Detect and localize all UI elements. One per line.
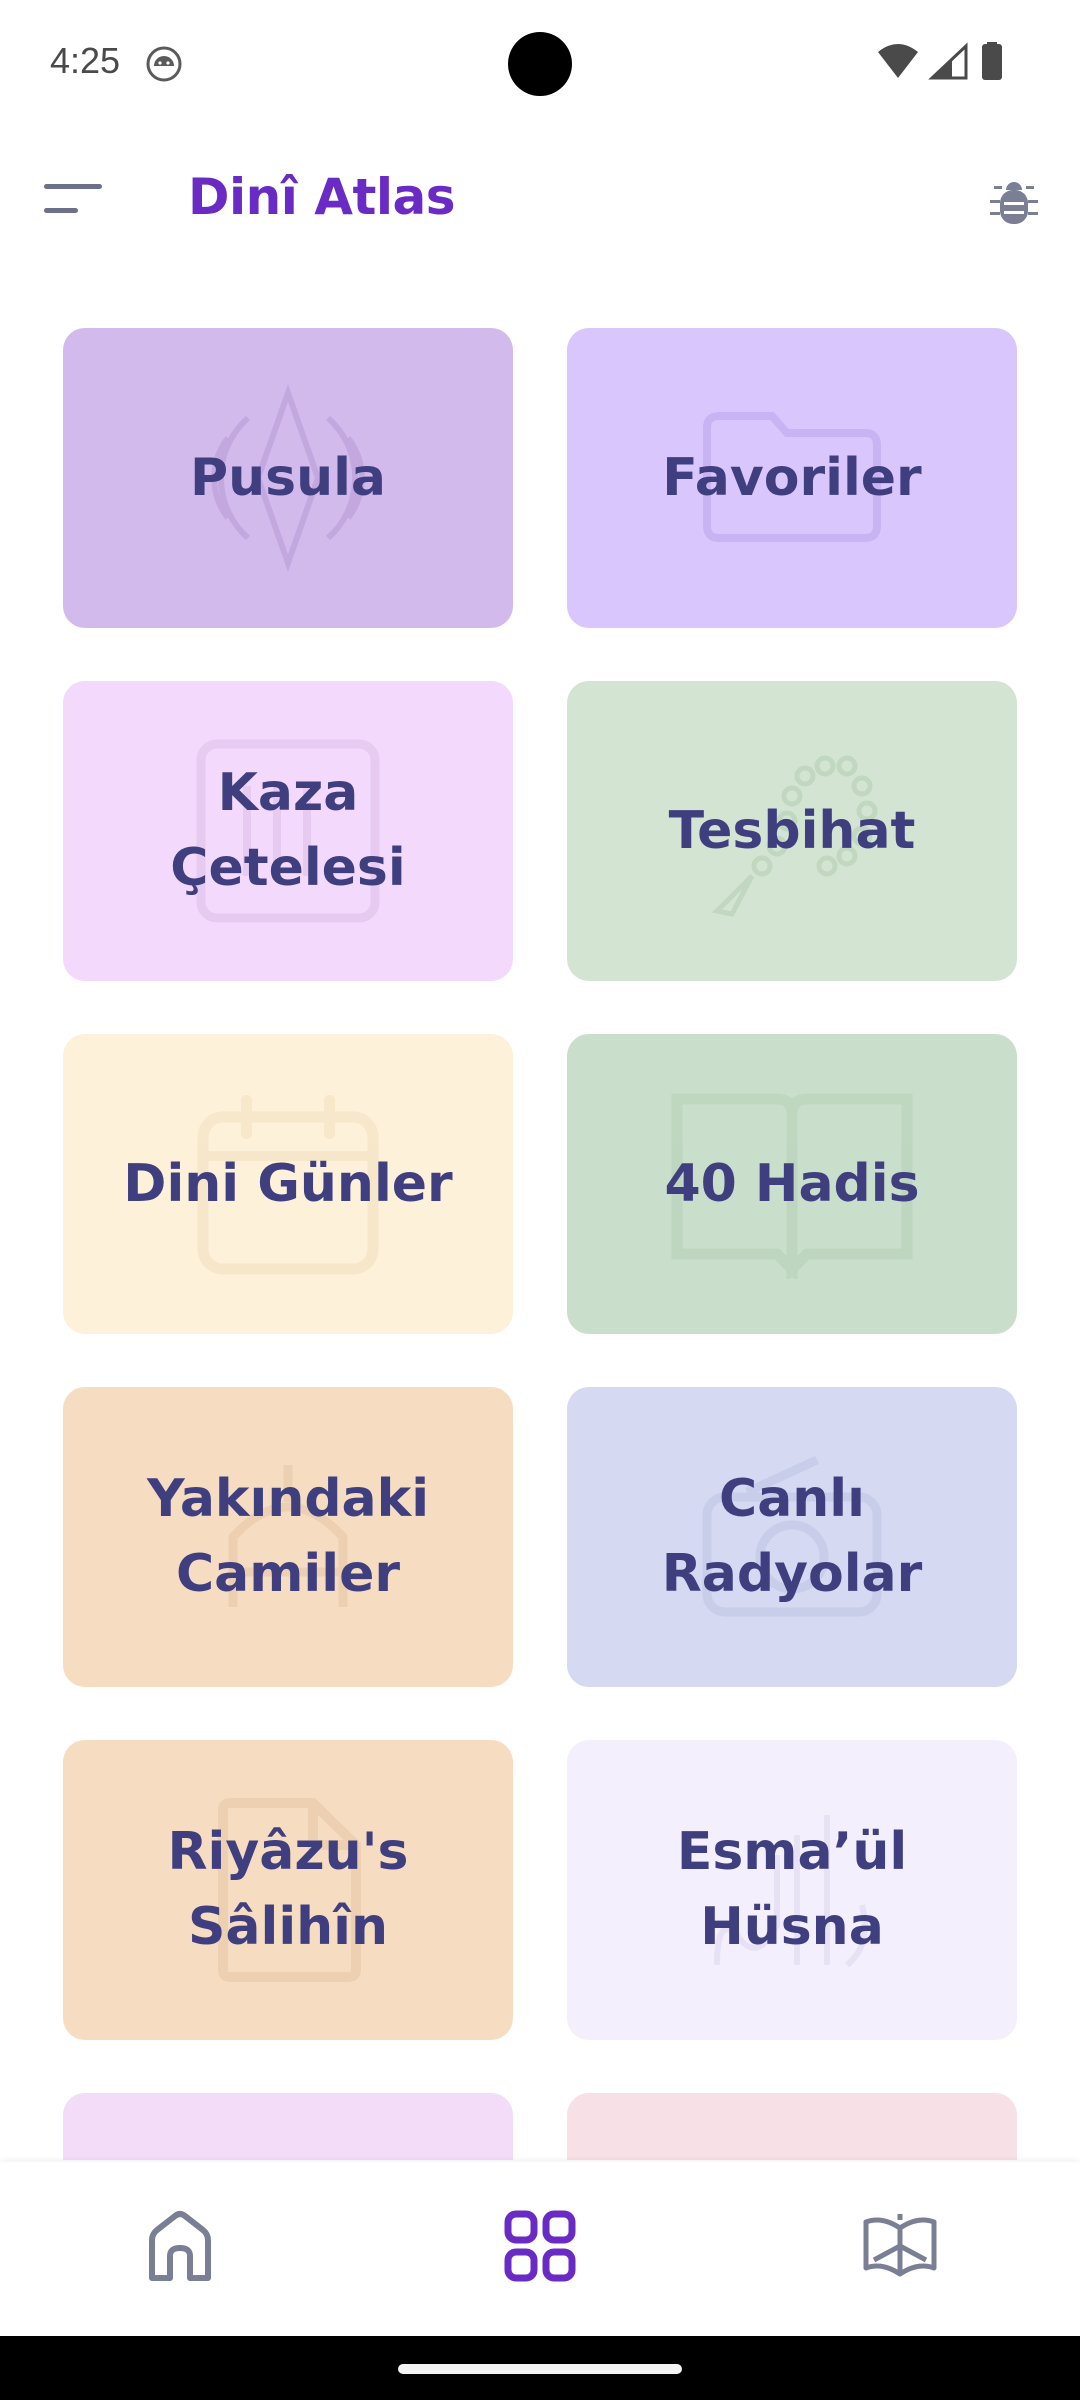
grid-icon[interactable] bbox=[500, 2206, 580, 2286]
card-kaza-cetelesi[interactable]: Kaza Çetelesi bbox=[63, 681, 513, 981]
card-yakindaki-camiler[interactable]: Yakındaki Camiler bbox=[63, 1387, 513, 1687]
card-label: Kaza Çetelesi bbox=[170, 763, 406, 898]
card-label: Tesbihat bbox=[668, 800, 916, 861]
home-icon[interactable] bbox=[140, 2206, 220, 2286]
card-partial-right[interactable] bbox=[567, 2093, 1017, 2160]
card-canli-radyolar[interactable]: Canlı Radyolar bbox=[567, 1387, 1017, 1687]
system-gesture-bar bbox=[0, 2336, 1080, 2400]
feature-grid: Pusula Favoriler Kaza Çetelesi Tesbihat bbox=[0, 0, 1080, 2160]
card-dini-gunler[interactable]: Dini Günler bbox=[63, 1034, 513, 1334]
card-40-hadis[interactable]: 40 Hadis bbox=[567, 1034, 1017, 1334]
card-pusula[interactable]: Pusula bbox=[63, 328, 513, 628]
quran-book-icon[interactable] bbox=[860, 2206, 940, 2286]
card-label: Pusula bbox=[189, 447, 386, 508]
bottom-navigation bbox=[0, 2162, 1080, 2336]
card-partial-left[interactable] bbox=[63, 2093, 513, 2160]
card-riyazus-salihin[interactable]: Riyâzu's Sâlihîn bbox=[63, 1740, 513, 2040]
card-favoriler[interactable]: Favoriler bbox=[567, 328, 1017, 628]
card-label: 40 Hadis bbox=[664, 1153, 920, 1214]
card-label: Favoriler bbox=[662, 447, 922, 508]
card-label: Riyâzu's Sâlihîn bbox=[167, 1822, 409, 1957]
card-esmaul-husna[interactable]: Esma’ül Hüsna bbox=[567, 1740, 1017, 2040]
card-label: Yakındaki Camiler bbox=[146, 1469, 430, 1604]
card-label: Esma’ül Hüsna bbox=[676, 1822, 908, 1957]
home-gesture-pill[interactable] bbox=[398, 2364, 682, 2374]
card-label: Dini Günler bbox=[123, 1153, 453, 1214]
card-tesbihat[interactable]: Tesbihat bbox=[567, 681, 1017, 981]
card-label: Canlı Radyolar bbox=[661, 1469, 923, 1604]
